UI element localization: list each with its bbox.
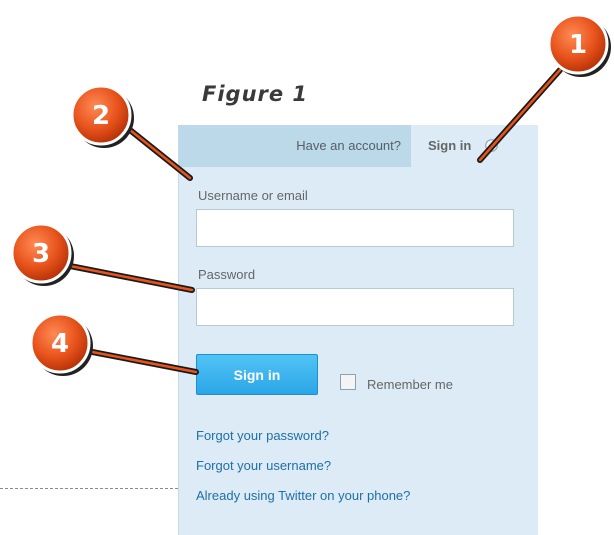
- callout-number-1: 1: [569, 30, 587, 60]
- callout-annotations: 1 2 3 4: [10, 13, 611, 376]
- callout-badge-4: 4: [29, 312, 93, 376]
- callout-number-2: 2: [92, 101, 110, 131]
- callout-arrows: [62, 67, 563, 375]
- callout-number-3: 3: [32, 239, 50, 269]
- callout-badge-2: 2: [70, 84, 134, 148]
- callout-badge-3: 3: [10, 222, 74, 286]
- callout-number-4: 4: [51, 329, 69, 359]
